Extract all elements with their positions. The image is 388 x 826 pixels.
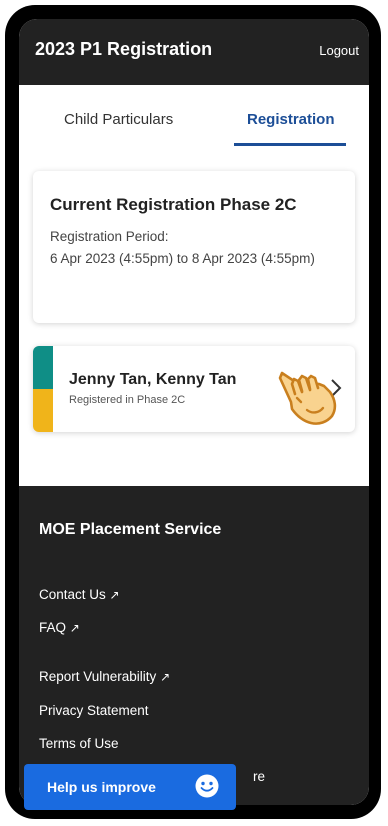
report-vulnerability-label: Report Vulnerability — [39, 669, 157, 684]
screen: 2023 P1 Registration Logout Child Partic… — [19, 19, 369, 805]
faq-link[interactable]: FAQ ↗ — [39, 620, 80, 635]
logout-link[interactable]: Logout — [319, 43, 359, 58]
report-vulnerability-link[interactable]: Report Vulnerability ↗ — [39, 669, 170, 684]
contact-us-link[interactable]: Contact Us ↗ — [39, 587, 120, 602]
child-color-stripe-teal — [33, 346, 53, 389]
registration-status: Registered in Phase 2C — [69, 394, 186, 406]
external-link-icon: ↗ — [160, 670, 171, 684]
app-header: 2023 P1 Registration Logout — [19, 19, 369, 85]
tab-bar: Child Particulars Registration — [19, 85, 369, 149]
obscured-footer-link[interactable]: re — [253, 769, 265, 784]
main-content: Current Registration Phase 2C Registrati… — [19, 149, 369, 486]
child-color-stripe-yellow — [33, 389, 53, 432]
registration-phase-card: Current Registration Phase 2C Registrati… — [33, 171, 355, 323]
app-title: 2023 P1 Registration — [35, 39, 213, 59]
footer-title: MOE Placement Service — [39, 521, 222, 538]
active-tab-indicator — [234, 143, 346, 146]
smiley-icon — [195, 774, 219, 798]
help-us-improve-label: Help us improve — [47, 779, 156, 795]
pointing-hand-icon — [278, 371, 337, 425]
phase-title: Current Registration Phase 2C — [50, 195, 297, 214]
phone-frame: 2023 P1 Registration Logout Child Partic… — [5, 5, 381, 819]
contact-us-label: Contact Us — [39, 587, 106, 602]
period-label: Registration Period: — [50, 229, 169, 244]
privacy-statement-link[interactable]: Privacy Statement — [39, 703, 149, 718]
terms-of-use-link[interactable]: Terms of Use — [39, 736, 119, 751]
help-us-improve-button[interactable]: Help us improve — [24, 764, 236, 810]
tab-child-particulars[interactable]: Child Particulars — [64, 111, 173, 128]
external-link-icon: ↗ — [69, 621, 80, 635]
period-value: 6 Apr 2023 (4:55pm) to 8 Apr 2023 (4:55p… — [50, 251, 315, 266]
tab-registration[interactable]: Registration — [247, 111, 335, 128]
child-names: Jenny Tan, Kenny Tan — [69, 371, 237, 388]
faq-label: FAQ — [39, 620, 67, 635]
external-link-icon: ↗ — [109, 588, 120, 602]
footer: MOE Placement Service Contact Us ↗ FAQ ↗… — [19, 486, 369, 805]
